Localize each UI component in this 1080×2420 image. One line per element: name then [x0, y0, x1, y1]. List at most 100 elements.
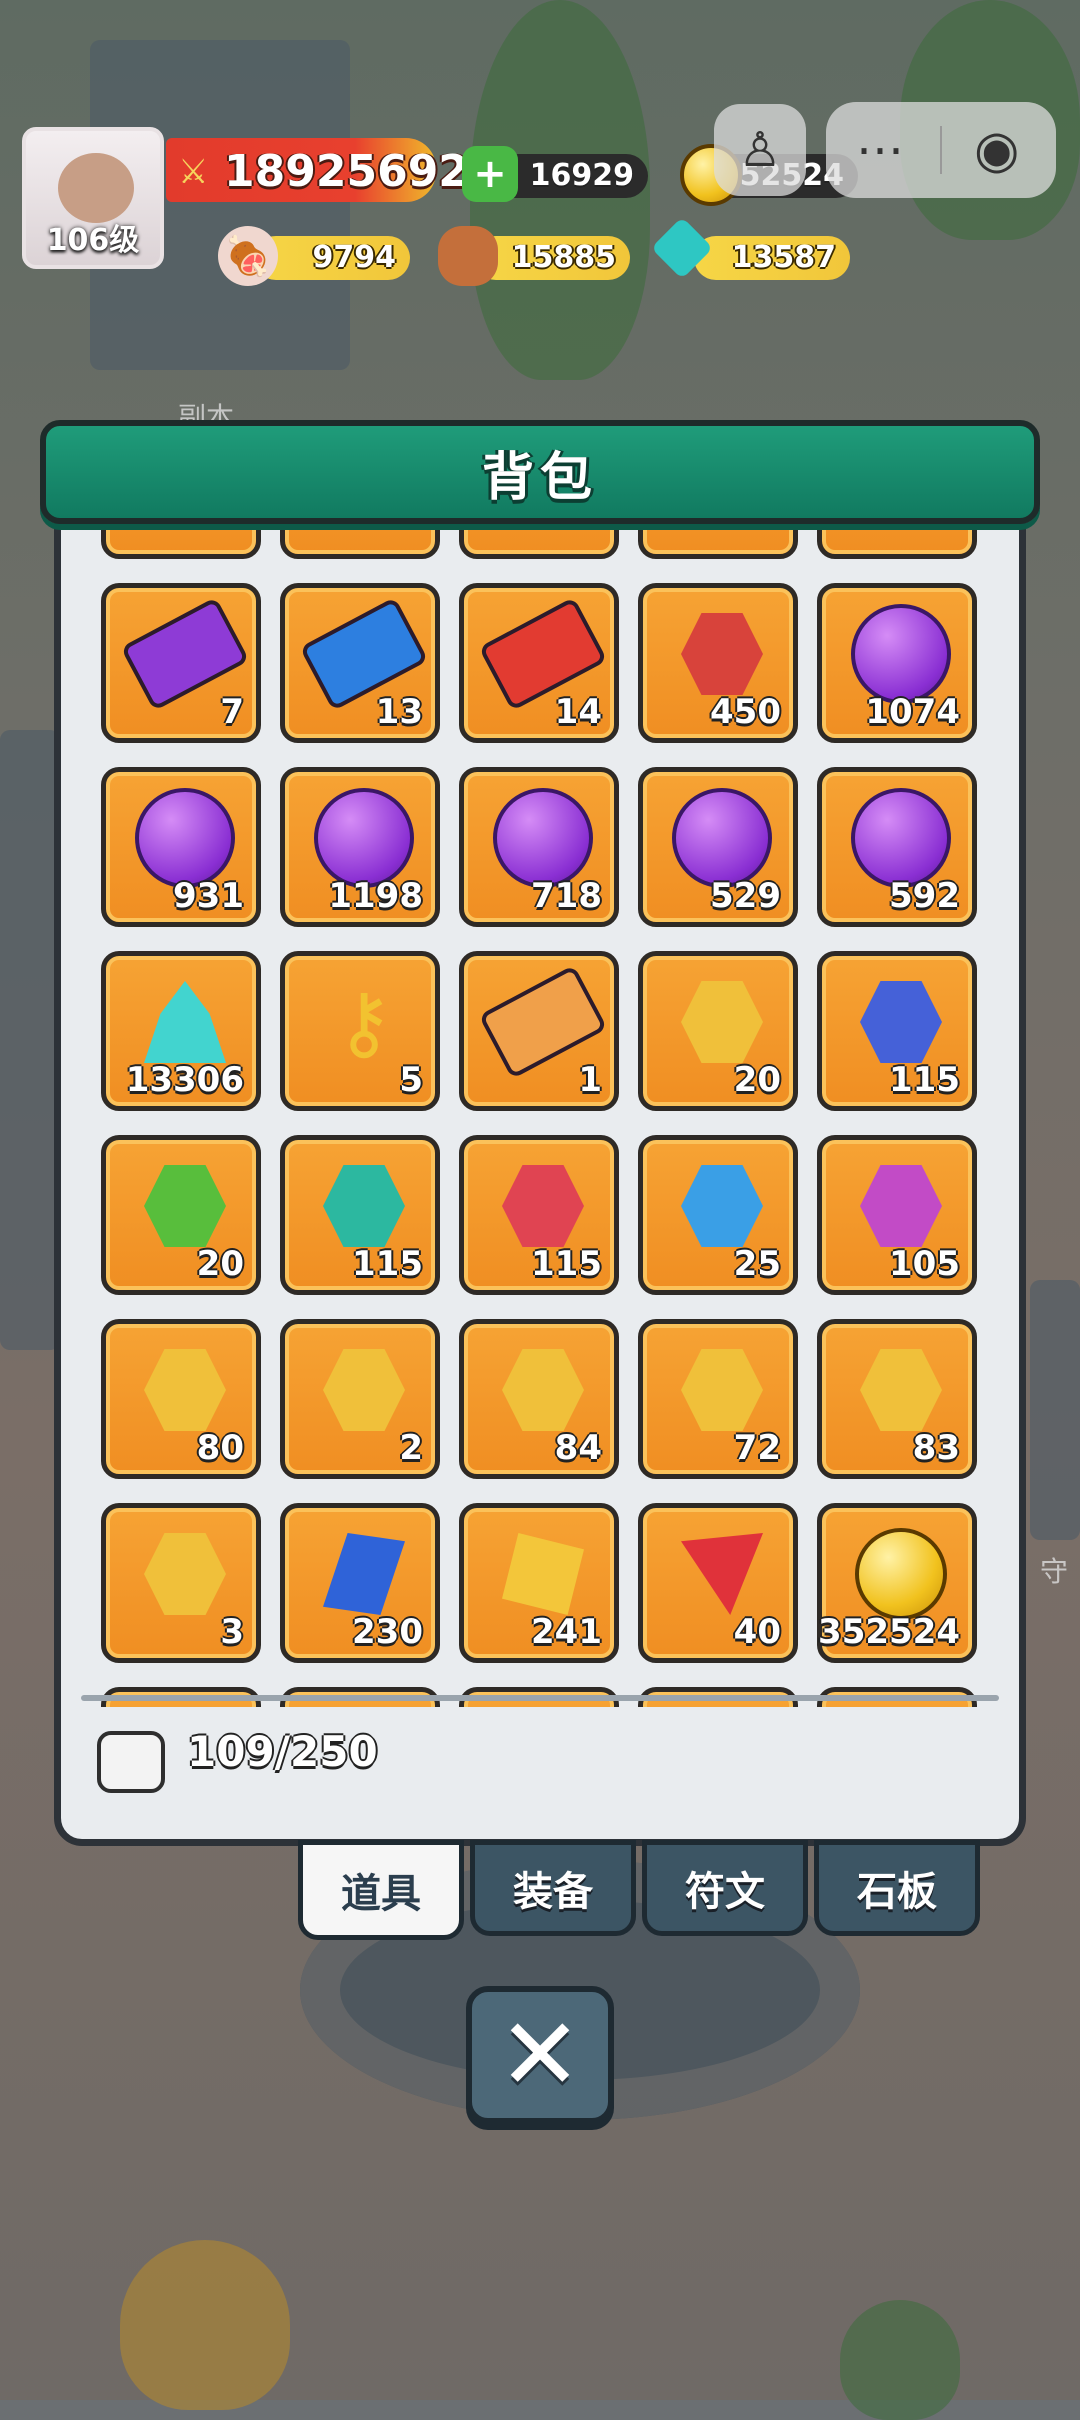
- tree: [840, 2300, 960, 2420]
- item-slot[interactable]: 14: [459, 583, 619, 743]
- skull-rune-icon: [846, 1156, 956, 1256]
- item-count: 20: [733, 1060, 781, 1100]
- item-slot[interactable]: 13: [280, 583, 440, 743]
- combat-power-bar: ⚔ 18925692: [166, 138, 469, 202]
- item-count: 13306: [125, 1060, 244, 1100]
- tab-items-label: 道具: [341, 1871, 421, 1917]
- backpack-header: 背包: [40, 420, 1040, 524]
- gold-rune-sword-icon: [488, 1340, 598, 1440]
- item-count: 13: [375, 692, 423, 732]
- item-slot[interactable]: 2: [280, 1319, 440, 1479]
- profile-pin-icon: ♙: [738, 122, 782, 178]
- item-slot[interactable]: 529: [638, 767, 798, 927]
- meat-resource-value: 9794: [312, 240, 397, 275]
- green-resource-value: 16929: [529, 158, 634, 193]
- item-count: 115: [889, 1060, 960, 1100]
- green-gem-plus-icon[interactable]: +: [462, 146, 518, 202]
- wood-resource-value: 15885: [511, 240, 616, 275]
- lightning-rune-icon: [667, 972, 777, 1072]
- capsule-divider: [940, 126, 942, 174]
- shield-orb-icon: [130, 788, 240, 888]
- item-count: 1198: [328, 876, 423, 916]
- item-count: 718: [531, 876, 602, 916]
- item-slot[interactable]: 450: [638, 583, 798, 743]
- close-miniprogram-button[interactable]: ◉: [974, 120, 1019, 180]
- item-count: 5: [399, 1060, 423, 1100]
- item-count: 115: [531, 1244, 602, 1284]
- boots-orb-icon: [846, 788, 956, 888]
- tab-slates[interactable]: 石板: [814, 1840, 980, 1936]
- item-slot[interactable]: 80: [101, 1319, 261, 1479]
- player-level: 106级: [46, 223, 140, 258]
- item-slot[interactable]: 1198: [280, 767, 440, 927]
- gold-rune-hat-icon: [309, 1340, 419, 1440]
- item-count: 450: [710, 692, 781, 732]
- item-slot[interactable]: 931: [101, 767, 261, 927]
- item-slot[interactable]: 3: [101, 1503, 261, 1663]
- close-button[interactable]: ✕: [466, 1986, 614, 2124]
- item-slot[interactable]: ⚷ 5: [280, 951, 440, 1111]
- item-slot[interactable]: 84: [459, 1319, 619, 1479]
- ring-orb-icon: [309, 788, 419, 888]
- tab-equipment[interactable]: 装备: [470, 1840, 636, 1936]
- green-rune-icon: [130, 1156, 240, 1256]
- red-gem-icon: [667, 1524, 777, 1624]
- item-slot[interactable]: 72: [638, 1319, 798, 1479]
- item-count: 592: [889, 876, 960, 916]
- item-count: 14: [554, 692, 602, 732]
- item-slot[interactable]: 20: [101, 1135, 261, 1295]
- item-slot[interactable]: 115: [459, 1135, 619, 1295]
- item-count: 1: [578, 1060, 602, 1100]
- fist-rune-icon: [309, 1156, 419, 1256]
- blue-gem-icon: [309, 1524, 419, 1624]
- item-slot[interactable]: 83: [817, 1319, 977, 1479]
- item-slot[interactable]: 25: [638, 1135, 798, 1295]
- item-count: 931: [173, 876, 244, 916]
- item-count: 80: [196, 1428, 244, 1468]
- item-slot[interactable]: 105: [817, 1135, 977, 1295]
- share-button[interactable]: ♙: [714, 104, 806, 196]
- player-avatar[interactable]: 106级: [22, 127, 164, 269]
- helmet-orb-icon: [488, 788, 598, 888]
- purple-ticket-icon: [120, 596, 250, 712]
- close-icon: ✕: [498, 1996, 582, 2113]
- treasure-ticket-icon: [478, 964, 608, 1080]
- item-count: 3: [220, 1612, 244, 1652]
- item-slot[interactable]: 7: [101, 583, 261, 743]
- tab-items[interactable]: 道具: [298, 1840, 464, 1940]
- combat-power-value: 18925692: [224, 146, 469, 197]
- tab-runes[interactable]: 符文: [642, 1840, 808, 1936]
- avatar-portrait: [58, 153, 134, 223]
- item-count: 2: [399, 1428, 423, 1468]
- item-count: 115: [352, 1244, 423, 1284]
- castle-tower: [0, 730, 60, 1350]
- item-count: 352524: [818, 1612, 960, 1652]
- item-slot[interactable]: 352524: [817, 1503, 977, 1663]
- item-slot[interactable]: 115: [817, 951, 977, 1111]
- backpack-icon: [97, 1731, 165, 1793]
- red-meat-icon: [667, 604, 777, 704]
- gold-gem-icon: [488, 1524, 598, 1624]
- ice-rune-icon: [667, 1156, 777, 1256]
- item-slot[interactable]: 592: [817, 767, 977, 927]
- armor-orb-icon: [667, 788, 777, 888]
- more-menu-button[interactable]: ⋯: [856, 122, 906, 178]
- crystal-resource-bar[interactable]: 13587: [694, 236, 850, 280]
- backpack-panel: 7 13 14 450 1074 931 1198 718 529 592 13306 ⚷ 5 1 20 11…: [54, 430, 1026, 1846]
- crystal-cluster-icon: [130, 972, 240, 1072]
- item-slot[interactable]: 40: [638, 1503, 798, 1663]
- item-slot[interactable]: 230: [280, 1503, 440, 1663]
- item-slot[interactable]: 13306: [101, 951, 261, 1111]
- item-slot[interactable]: 1074: [817, 583, 977, 743]
- item-slot[interactable]: 718: [459, 767, 619, 927]
- tab-slates-label: 石板: [857, 1869, 937, 1915]
- item-count: 105: [889, 1244, 960, 1284]
- fire-rune-icon: [488, 1156, 598, 1256]
- weapon-orb-icon: [846, 604, 956, 704]
- tab-runes-label: 符文: [685, 1869, 765, 1915]
- item-slot[interactable]: 241: [459, 1503, 619, 1663]
- item-slot[interactable]: 115: [280, 1135, 440, 1295]
- item-slot[interactable]: 20: [638, 951, 798, 1111]
- red-ticket-icon: [478, 596, 608, 712]
- item-slot[interactable]: 1: [459, 951, 619, 1111]
